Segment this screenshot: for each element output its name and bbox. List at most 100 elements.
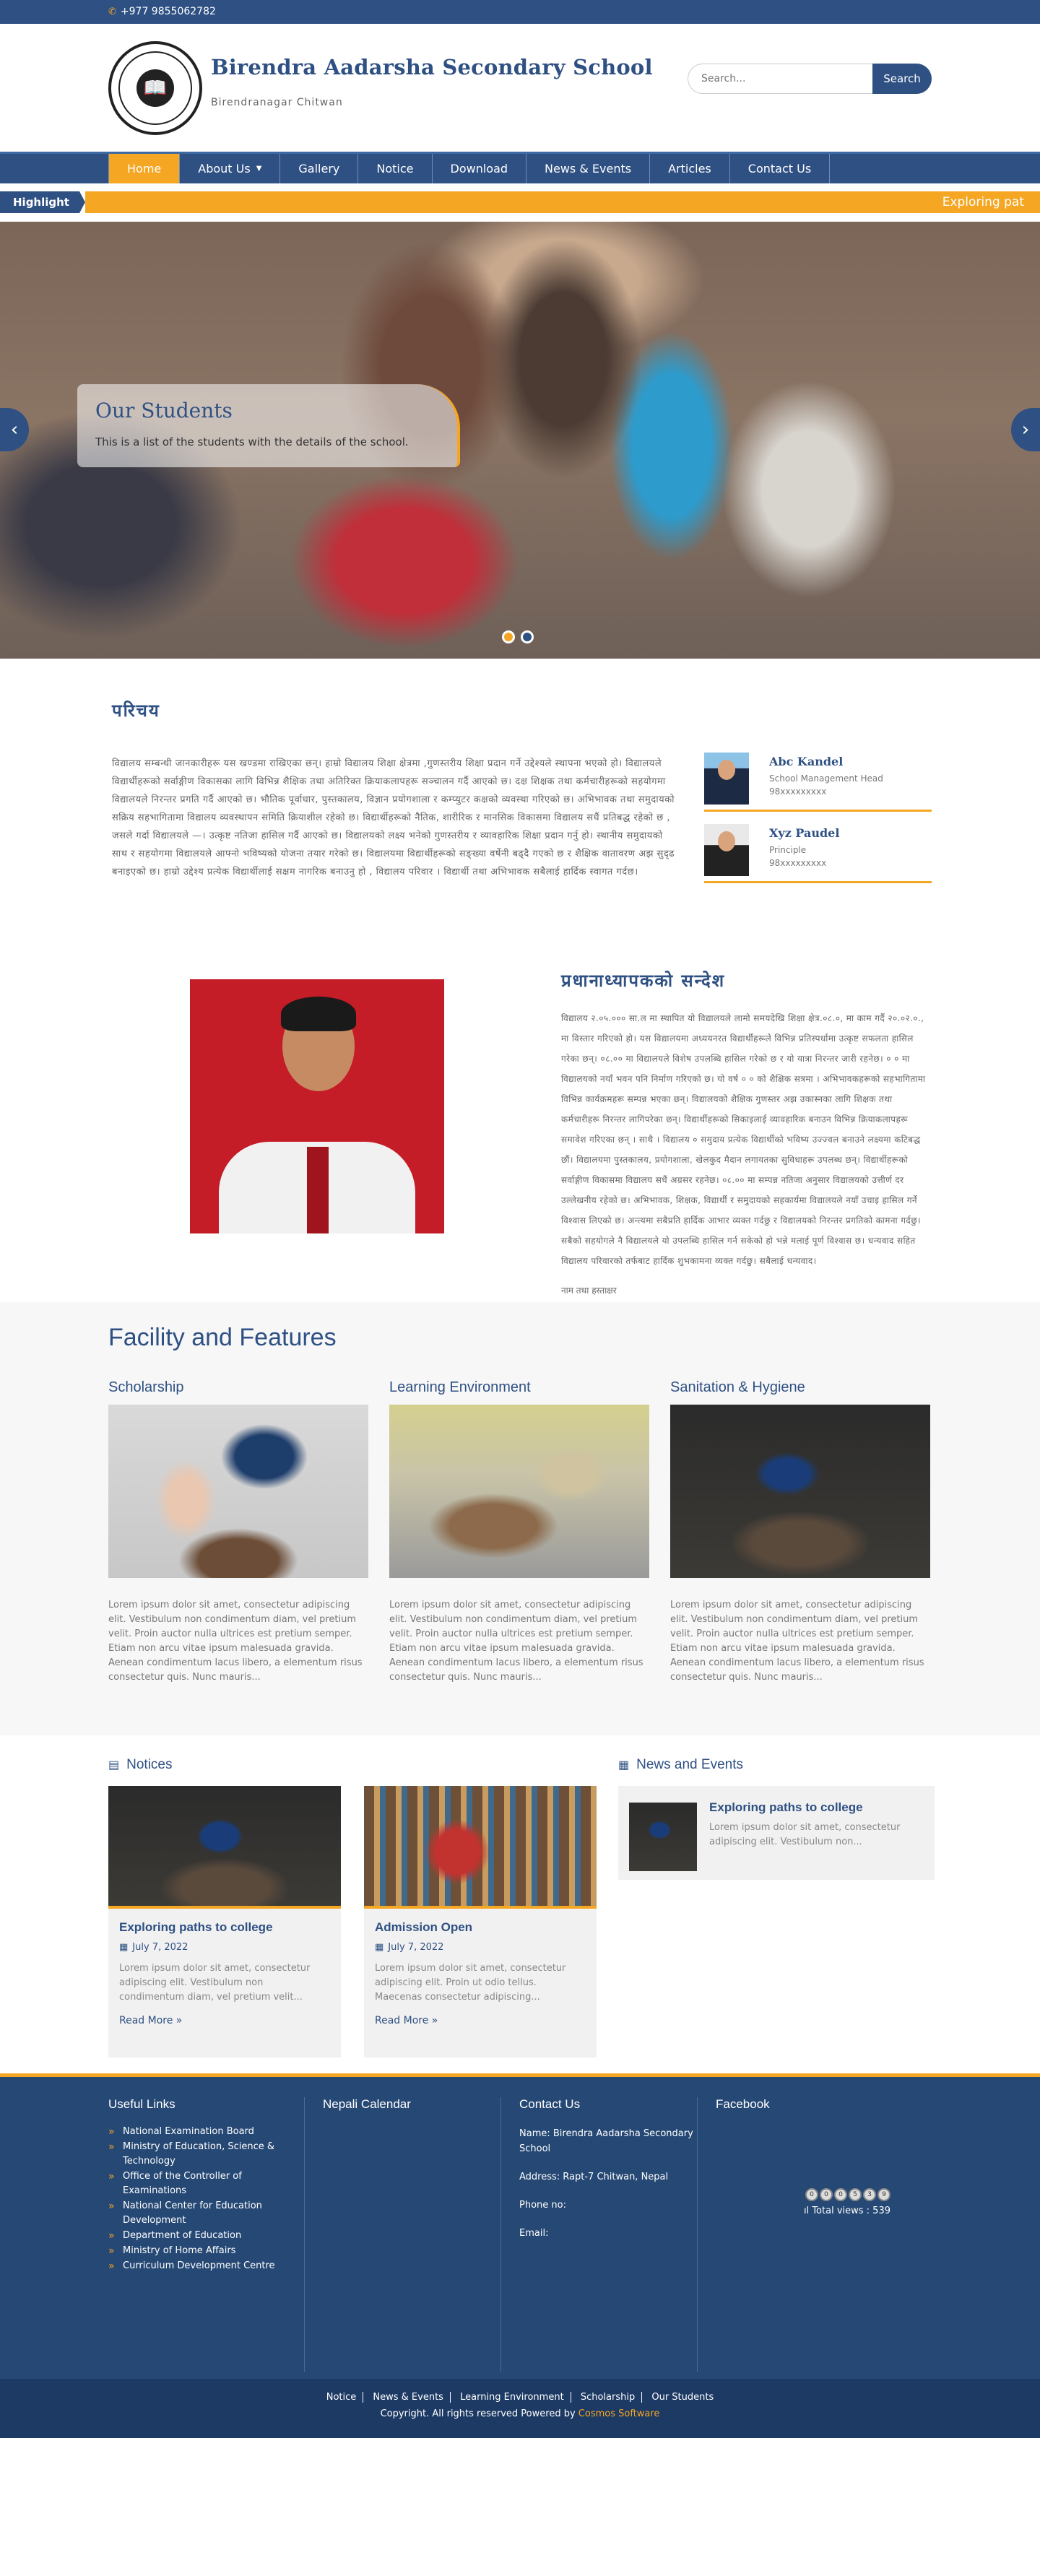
useful-links-heading: Useful Links — [108, 2097, 176, 2111]
footer-calendar: Nepali Calendar — [305, 2097, 501, 2372]
nav-contact-us[interactable]: Contact Us — [730, 154, 831, 183]
notice-date: July 7, 2022 — [388, 1942, 444, 1953]
nav-home[interactable]: Home — [108, 154, 181, 183]
staff-card[interactable]: Xyz Paudel Principle 98xxxxxxxxx — [704, 824, 932, 883]
nav-about-us[interactable]: About Us ▼ — [180, 154, 281, 183]
facility-item: Learning Environment Lorem ipsum dolor s… — [389, 1379, 649, 1685]
search-button[interactable]: Search — [872, 63, 932, 94]
calendar-icon: ▦ — [119, 1942, 129, 1953]
calendar-icon: ▦ — [618, 1759, 630, 1771]
news-title[interactable]: Exploring paths to college — [709, 1800, 924, 1815]
contact-email: Email: — [519, 2228, 549, 2239]
nav-about-us-label: About Us — [198, 162, 251, 175]
facility-title[interactable]: Sanitation & Hygiene — [670, 1379, 930, 1396]
slider-next-button[interactable]: › — [1011, 408, 1040, 451]
nav-news-events[interactable]: News & Events — [526, 154, 651, 183]
visit-counter: 0 0 0 5 3 9 ıl Total views : 539 — [716, 2187, 894, 2216]
nav-gallery[interactable]: Gallery — [280, 154, 359, 183]
bottom-link-our-students[interactable]: Our Students — [645, 2392, 720, 2403]
news-thumbnail[interactable] — [629, 1803, 698, 1871]
staff-name[interactable]: Xyz Paudel — [769, 826, 839, 840]
contact-heading: Contact Us — [519, 2097, 581, 2111]
visit-digit: 0 — [834, 2188, 847, 2201]
facility-title[interactable]: Scholarship — [108, 1379, 368, 1396]
footer-link[interactable]: Office of the Controller of Examinations — [108, 2169, 304, 2198]
footer-link[interactable]: Curriculum Development Centre — [108, 2259, 304, 2273]
highlight-ticker: Highlight Exploring pat — [0, 191, 1040, 213]
site-footer: Useful Links National Examination Board … — [0, 2073, 1040, 2379]
principal-section: प्रधानाध्यापकको सन्देश विद्यालय २.०५.०००… — [0, 965, 1040, 1302]
notices-heading: Notices — [126, 1757, 173, 1772]
about-paragraph: विद्यालय सम्बन्धी जानकारीहरू यस खण्डमा र… — [112, 758, 675, 877]
footer-link[interactable]: Ministry of Home Affairs — [108, 2244, 304, 2258]
notice-title[interactable]: Exploring paths to college — [119, 1920, 330, 1935]
facility-text: Lorem ipsum dolor sit amet, consectetur … — [670, 1600, 924, 1683]
visit-digit: 0 — [805, 2188, 818, 2201]
principal-heading: प्रधानाध्यापकको सन्देश — [561, 970, 726, 991]
facility-section: Facility and Features Scholarship Lorem … — [0, 1302, 1040, 1735]
powered-by-link[interactable]: Cosmos Software — [578, 2408, 660, 2419]
notice-date: July 7, 2022 — [132, 1942, 188, 1953]
calendar-heading: Nepali Calendar — [323, 2097, 411, 2111]
site-header: 📖 Birendra Aadarsha Secondary School Bir… — [0, 24, 1040, 152]
notice-image[interactable] — [364, 1786, 597, 1909]
contact-name: Name: Birendra Aadarsha Secondary School — [519, 2128, 693, 2154]
chevron-left-icon: ‹ — [10, 419, 19, 441]
facility-image[interactable] — [670, 1405, 930, 1578]
footer-link[interactable]: National Center for Education Developmen… — [108, 2199, 304, 2228]
read-more-link[interactable]: Read More » — [375, 2015, 586, 2026]
slide-title: Our Students — [95, 399, 233, 422]
bottom-link-learning-environment[interactable]: Learning Environment — [454, 2392, 571, 2403]
total-views: Total views : 539 — [812, 2206, 890, 2216]
news-item[interactable]: Exploring paths to college Lorem ipsum d… — [618, 1786, 935, 1880]
school-logo[interactable]: 📖 — [108, 40, 202, 135]
bottom-link-scholarship[interactable]: Scholarship — [573, 2392, 643, 2403]
newspaper-icon: ▤ — [108, 1759, 120, 1771]
slider-dot-1[interactable] — [502, 630, 515, 643]
hero-slider: Our Students This is a list of the stude… — [0, 222, 1040, 659]
staff-card[interactable]: Abc Kandel School Management Head 98xxxx… — [704, 753, 932, 812]
chevron-down-icon: ▼ — [256, 165, 262, 173]
facility-heading: Facility and Features — [108, 1324, 337, 1351]
bottom-link-notice[interactable]: Notice — [319, 2392, 364, 2403]
news-heading: News and Events — [636, 1757, 743, 1772]
footer-useful-links: Useful Links National Examination Board … — [108, 2097, 305, 2372]
footer-link[interactable]: National Examination Board — [108, 2125, 304, 2139]
notice-image[interactable] — [108, 1786, 341, 1909]
school-name[interactable]: Birendra Aadarsha Secondary School — [211, 55, 653, 79]
nav-articles[interactable]: Articles — [650, 154, 730, 183]
facility-title[interactable]: Learning Environment — [389, 1379, 649, 1396]
nav-notice[interactable]: Notice — [358, 154, 433, 183]
search-input[interactable] — [688, 63, 878, 94]
notice-excerpt: Lorem ipsum dolor sit amet, consectetur … — [119, 1963, 311, 2003]
search-form: Search — [688, 63, 932, 94]
main-nav: Home About Us ▼ Gallery Notice Download N… — [0, 152, 1040, 183]
read-more-link[interactable]: Read More » — [119, 2015, 330, 2026]
notice-title[interactable]: Admission Open — [375, 1920, 586, 1935]
facility-text: Lorem ipsum dolor sit amet, consectetur … — [389, 1600, 644, 1683]
bottom-link-news-events[interactable]: News & Events — [366, 2392, 451, 2403]
facility-item: Scholarship Lorem ipsum dolor sit amet, … — [108, 1379, 368, 1685]
staff-photo — [704, 753, 749, 805]
highlight-ticker-text[interactable]: Exploring pat — [942, 195, 1024, 209]
about-section: परिचय विद्यालय सम्बन्धी जानकारीहरू यस खण… — [0, 659, 1040, 965]
slider-prev-button[interactable]: ‹ — [0, 408, 29, 451]
footer-link[interactable]: Ministry of Education, Science & Technol… — [108, 2140, 304, 2169]
highlight-label: Highlight — [0, 191, 79, 213]
nav-download[interactable]: Download — [433, 154, 527, 183]
slider-dot-2[interactable] — [521, 630, 534, 643]
copyright-text: Copyright. All rights reserved Powered b… — [380, 2408, 576, 2419]
notice-excerpt: Lorem ipsum dolor sit amet, consectetur … — [375, 1963, 566, 2003]
facility-image[interactable] — [389, 1405, 649, 1578]
bar-chart-icon: ıl — [803, 2206, 810, 2216]
notice-card: Admission Open ▦ July 7, 2022 Lorem ipsum… — [364, 1786, 597, 2057]
staff-name[interactable]: Abc Kandel — [769, 755, 883, 768]
topbar-phone: +977 9855062782 — [120, 6, 216, 17]
facility-image[interactable] — [108, 1405, 368, 1578]
footer-link[interactable]: Department of Education — [108, 2229, 304, 2243]
highlight-text[interactable]: Exploring pat — [85, 191, 1040, 213]
staff-phone: 98xxxxxxxxx — [769, 858, 827, 868]
visit-digit: 9 — [878, 2188, 890, 2201]
slide-caption: Our Students This is a list of the stude… — [77, 384, 460, 467]
facility-item: Sanitation & Hygiene Lorem ipsum dolor s… — [670, 1379, 930, 1685]
